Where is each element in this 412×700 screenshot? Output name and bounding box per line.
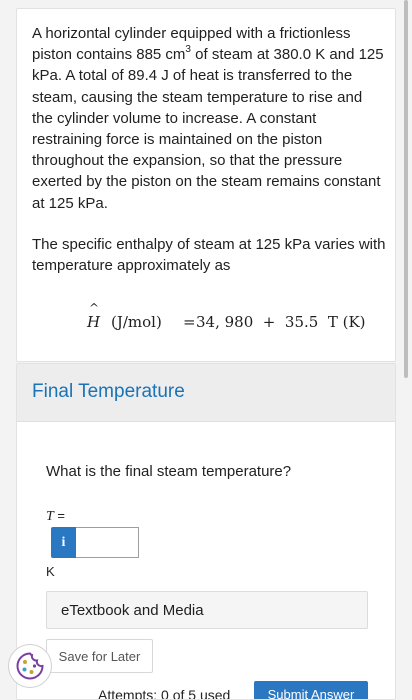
etextbook-media-button[interactable]: eTextbook and Media bbox=[46, 591, 368, 629]
submit-label: Submit Answer bbox=[267, 687, 355, 700]
equation-rhs: 34, 980 + 35.5 T (K) bbox=[196, 313, 366, 331]
enthalpy-equation: ^ H (J/mol) = 34, 980 + 35.5 T (K) bbox=[74, 301, 374, 341]
submit-answer-button[interactable]: Submit Answer bbox=[254, 681, 368, 700]
part-header: Final Temperature bbox=[17, 364, 395, 422]
attempts-counter: Attempts: 0 of 5 used bbox=[98, 687, 231, 700]
cookie-icon[interactable] bbox=[8, 644, 52, 688]
volume-unit-superscript: 3 bbox=[185, 44, 191, 56]
question-part-card: Final Temperature What is the final stea… bbox=[16, 363, 396, 700]
variable-equals: = bbox=[53, 508, 66, 523]
problem-statement-card: A horizontal cylinder equipped with a fr… bbox=[16, 8, 396, 362]
save-label: Save for Later bbox=[58, 648, 141, 664]
page-scrollbar[interactable] bbox=[404, 0, 408, 378]
variable-symbol: T bbox=[46, 509, 54, 524]
info-glyph: i bbox=[61, 534, 66, 550]
variable-label: T = bbox=[46, 508, 65, 525]
equation-symbol: H bbox=[87, 313, 101, 331]
info-icon[interactable]: i bbox=[51, 527, 76, 558]
equation-equals: = bbox=[183, 313, 196, 331]
problem-text-part-b: of steam at 380.0 K and 125 kPa. A total… bbox=[32, 46, 384, 212]
question-text: What is the final steam temperature? bbox=[46, 463, 292, 480]
problem-paragraph-1: A horizontal cylinder equipped with a fr… bbox=[32, 23, 387, 214]
answer-input[interactable] bbox=[76, 527, 139, 558]
equation-units: (J/mol) bbox=[111, 313, 162, 331]
problem-paragraph-2: The specific enthalpy of steam at 125 kP… bbox=[32, 236, 386, 275]
part-title: Final Temperature bbox=[32, 381, 185, 402]
unit-label: K bbox=[46, 564, 55, 579]
etextbook-label: eTextbook and Media bbox=[61, 601, 204, 619]
save-for-later-button[interactable]: Save for Later bbox=[46, 639, 153, 673]
cookie-svg bbox=[16, 652, 44, 680]
